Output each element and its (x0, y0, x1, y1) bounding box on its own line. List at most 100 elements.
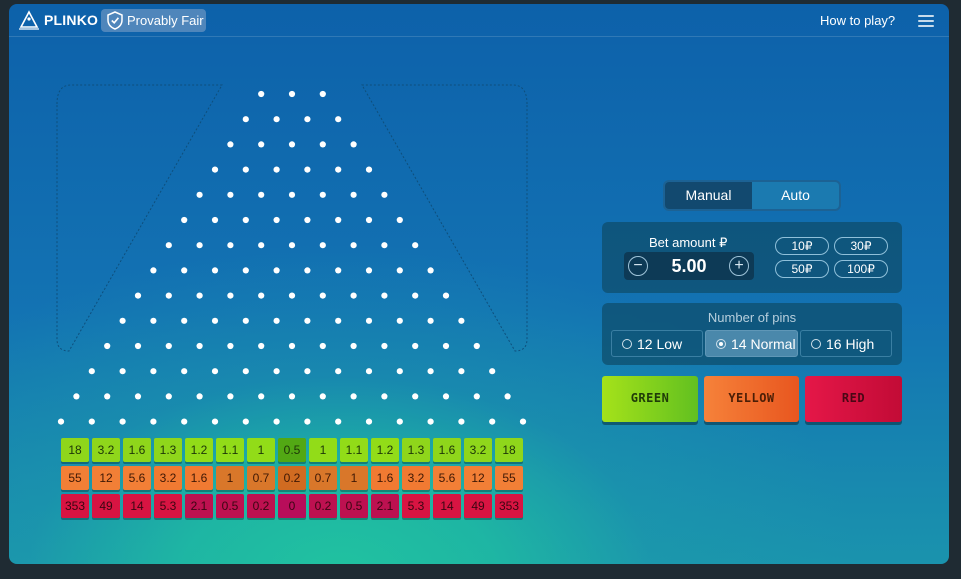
multiplier-cell-red: 0 (278, 494, 306, 518)
multiplier-cell-green: 3.2 (464, 438, 492, 462)
pin (211, 267, 219, 274)
pin (304, 116, 311, 123)
pin (227, 191, 234, 198)
pin (258, 393, 265, 400)
pin (319, 141, 326, 148)
pin (181, 317, 188, 324)
pin (412, 292, 419, 299)
pin (319, 393, 326, 400)
how-to-play-link[interactable]: How to play? (820, 13, 895, 28)
pin (242, 418, 249, 425)
pin (273, 368, 280, 375)
pins-option-label: 12 Low (637, 336, 683, 352)
pin (242, 368, 249, 375)
pin (412, 242, 419, 249)
pins-panel: Number of pins 12 Low 14 Normal 16 High (602, 303, 902, 365)
pins-option-14-normal[interactable]: 14 Normal (705, 330, 798, 357)
pin (304, 368, 311, 375)
tab-manual[interactable]: Manual (665, 182, 752, 209)
pin (258, 191, 265, 198)
multiplier-cell-red: 49 (464, 494, 492, 518)
pin (258, 342, 265, 350)
pins-option-12-low[interactable]: 12 Low (611, 330, 703, 357)
bet-amount-value[interactable]: 5.00 (654, 256, 724, 277)
tab-auto[interactable]: Auto (752, 182, 839, 209)
pin (350, 242, 357, 249)
pin (150, 418, 157, 425)
pin (442, 342, 450, 350)
pin (427, 317, 434, 324)
multiplier-cell-yellow: 1.6 (185, 466, 213, 490)
pin (104, 342, 111, 350)
pin (211, 166, 219, 173)
multiplier-cell-green: 0.5 (278, 438, 306, 462)
pin (258, 242, 265, 249)
pin (350, 292, 357, 299)
play-red-button[interactable]: RED (805, 376, 902, 422)
pin (427, 267, 434, 274)
minus-circle-icon[interactable]: − (628, 256, 648, 276)
multiplier-cell-yellow: 12 (92, 466, 120, 490)
pin (165, 393, 172, 400)
play-yellow-button[interactable]: YELLOW (704, 376, 799, 422)
hamburger-menu-icon[interactable] (918, 13, 936, 28)
multiplier-cell-yellow: 0.2 (278, 466, 306, 490)
pin (396, 317, 403, 324)
bet-chip-100[interactable]: 100₽ (834, 260, 888, 278)
plus-circle-icon[interactable]: + (729, 256, 749, 276)
pin (119, 418, 126, 425)
pin (227, 141, 234, 148)
pin (365, 368, 373, 375)
multiplier-cell-yellow: 12 (464, 466, 492, 490)
pin (365, 166, 373, 173)
pin (196, 242, 203, 249)
pin (381, 342, 388, 350)
multiplier-cell-red: 353 (495, 494, 523, 518)
multiplier-cell-green: 1.3 (402, 438, 430, 462)
multiplier-cell-red: 0.2 (309, 494, 337, 518)
pin (211, 317, 219, 324)
pins-option-label: 14 Normal (731, 336, 796, 352)
multiplier-cell-yellow: 0.7 (247, 466, 275, 490)
bet-chip-30[interactable]: 30₽ (834, 237, 888, 255)
pin (57, 418, 65, 425)
bet-chip-50[interactable]: 50₽ (775, 260, 829, 278)
multiplier-cell-green: 1 (247, 438, 275, 462)
pin (211, 368, 219, 375)
right-dispenser-outline (361, 84, 528, 352)
pin (119, 368, 126, 375)
pin (319, 342, 326, 350)
pin (458, 368, 465, 375)
pin (319, 242, 326, 249)
multiplier-cell-red: 5.3 (402, 494, 430, 518)
pin (504, 393, 511, 400)
pin (273, 418, 280, 425)
pin (381, 292, 388, 299)
pin (365, 267, 373, 274)
pin (319, 191, 326, 198)
pin (211, 418, 219, 425)
play-green-button[interactable]: GREEN (602, 376, 698, 422)
bet-chip-10[interactable]: 10₽ (775, 237, 829, 255)
pin (473, 393, 480, 400)
pin (288, 191, 296, 198)
pins-title: Number of pins (707, 310, 797, 325)
multiplier-cell-red: 0.5 (340, 494, 368, 518)
pin (288, 242, 296, 249)
pin (381, 191, 388, 198)
pin (335, 418, 342, 425)
pin (458, 317, 465, 324)
pin (396, 216, 403, 224)
mode-toggle: Manual Auto (663, 180, 841, 211)
multiplier-cell-yellow: 1.6 (371, 466, 399, 490)
pin (489, 368, 496, 375)
pin (196, 292, 203, 299)
pin (165, 342, 172, 350)
pin (288, 90, 296, 98)
pins-option-16-high[interactable]: 16 High (800, 330, 892, 357)
multiplier-cell-red: 0.2 (247, 494, 275, 518)
multiplier-cell-yellow: 3.2 (402, 466, 430, 490)
bet-panel: Bet amount ₽ − 5.00 + 10₽ 30₽ 50₽ 100₽ (602, 222, 902, 293)
pin (396, 368, 403, 375)
pin (196, 191, 203, 198)
